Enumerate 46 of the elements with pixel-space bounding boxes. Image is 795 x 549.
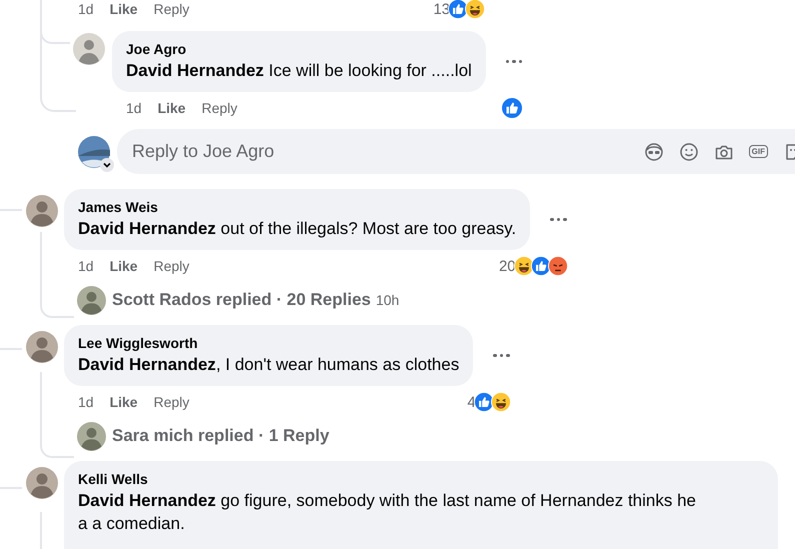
- gif-icon[interactable]: GIF: [748, 145, 768, 158]
- reply-link[interactable]: Reply: [202, 100, 238, 116]
- avatar[interactable]: [26, 195, 58, 227]
- avatar[interactable]: [77, 422, 106, 450]
- laughing-emoji-icon[interactable]: [514, 256, 534, 276]
- comment-text: David Hernandez Ice will be looking for .....lol: [126, 60, 472, 82]
- like-reaction-icon[interactable]: [474, 392, 494, 412]
- reply-link[interactable]: Reply: [154, 394, 190, 410]
- comment-author[interactable]: Kelli Wells: [78, 470, 698, 489]
- comment-text: David Hernandez out of the illegals? Most are too greasy.: [78, 218, 516, 240]
- comment-time: 1d: [78, 1, 94, 17]
- comment-time: 1d: [78, 394, 94, 410]
- avatar[interactable]: [26, 331, 58, 363]
- laughing-emoji-icon[interactable]: [490, 392, 511, 412]
- comment-author[interactable]: James Weis: [78, 198, 516, 217]
- reaction-count: 20: [498, 258, 516, 274]
- chevron-down-icon[interactable]: [100, 158, 114, 172]
- reply-link[interactable]: Reply: [154, 258, 190, 274]
- reaction-count: 4: [467, 394, 476, 410]
- reply-link[interactable]: Reply: [154, 1, 190, 17]
- comment-time: 1d: [78, 258, 94, 274]
- comment-author[interactable]: Joe Agro: [126, 40, 472, 59]
- view-replies-link[interactable]: Scott Rados replied · 20 Replies: [112, 290, 371, 310]
- emoji-icon[interactable]: [678, 142, 699, 162]
- like-reaction-icon[interactable]: [448, 0, 468, 19]
- avatar[interactable]: [26, 467, 58, 499]
- reply-field[interactable]: Reply to Joe Agro GIF: [117, 129, 795, 174]
- like-link[interactable]: Like: [110, 1, 138, 17]
- comment-author[interactable]: Lee Wigglesworth: [78, 334, 460, 353]
- view-replies-link[interactable]: Sara mich replied · 1 Reply: [112, 426, 330, 446]
- avatar[interactable]: [78, 136, 110, 168]
- like-reaction-icon[interactable]: [530, 256, 551, 276]
- comment-time: 1d: [126, 100, 142, 116]
- like-link[interactable]: Like: [110, 258, 138, 274]
- like-reaction-icon[interactable]: [501, 97, 524, 119]
- avatar[interactable]: [73, 33, 105, 65]
- reply-time: 10h: [376, 292, 400, 308]
- like-link[interactable]: Like: [110, 394, 138, 410]
- laughing-emoji-icon[interactable]: [465, 0, 485, 19]
- comment-text: David Hernandez, I don't wear humans as clothes: [78, 354, 460, 376]
- avatar[interactable]: [77, 286, 106, 314]
- comment-text: David Hernandez go figure, somebody with the last name of Hernandez thinks he a a comedian.: [78, 490, 697, 535]
- reaction-count: 13: [433, 0, 450, 18]
- avatar-sticker-icon[interactable]: [644, 142, 664, 162]
- like-link[interactable]: Like: [158, 100, 186, 116]
- angry-emoji-icon[interactable]: [548, 256, 568, 276]
